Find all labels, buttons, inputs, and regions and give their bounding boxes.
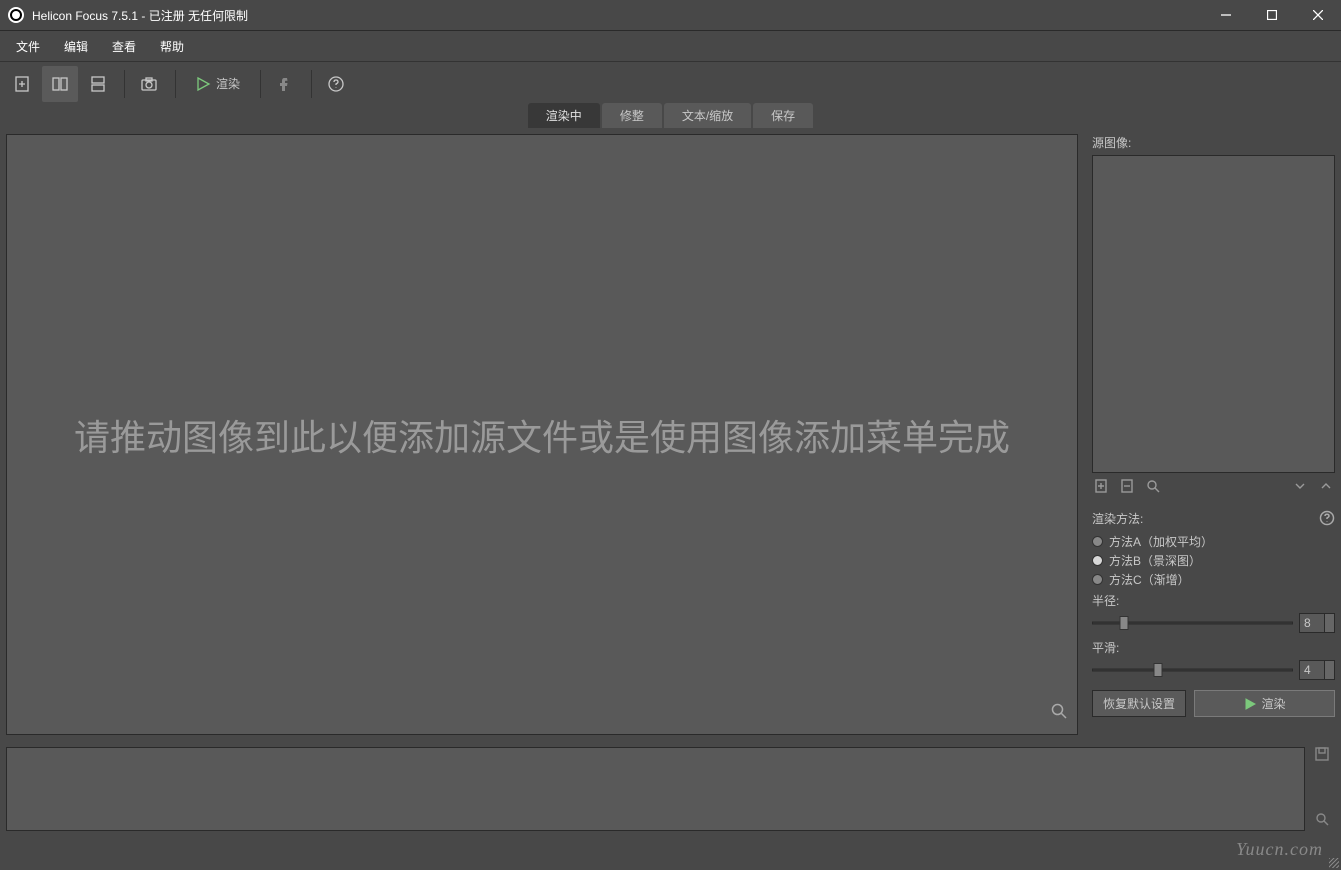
add-image-button[interactable]	[4, 66, 40, 102]
tab-save[interactable]: 保存	[753, 103, 813, 128]
minimize-button[interactable]	[1203, 0, 1249, 31]
window-buttons	[1203, 0, 1341, 31]
separator	[175, 70, 176, 98]
facebook-button[interactable]	[267, 66, 303, 102]
smooth-slider[interactable]	[1092, 663, 1293, 677]
zoom-icon[interactable]	[1051, 703, 1067, 724]
save-output-icon[interactable]	[1315, 747, 1335, 766]
remove-source-icon[interactable]	[1120, 479, 1134, 498]
menu-bar: 文件 编辑 查看 帮助	[0, 31, 1341, 61]
method-a-radio[interactable]: 方法A（加权平均）	[1092, 533, 1335, 550]
smooth-input[interactable]: 4	[1299, 660, 1335, 680]
close-button[interactable]	[1295, 0, 1341, 31]
smooth-label: 平滑:	[1092, 639, 1335, 656]
source-toolbar	[1092, 473, 1335, 504]
canvas-prompt: 请推动图像到此以便添加源文件或是使用图像添加菜单完成	[54, 409, 1030, 461]
output-strip[interactable]	[6, 747, 1305, 831]
render-method-section: 渲染方法: 方法A（加权平均） 方法B（景深图） 方法C（渐增） 半径: 8 平…	[1092, 510, 1335, 717]
tab-row: 渲染中 修整 文本/缩放 保存	[0, 105, 1341, 128]
titlebar: Helicon Focus 7.5.1 - 已注册 无任何限制	[0, 0, 1341, 31]
separator	[260, 70, 261, 98]
bottom-area	[0, 741, 1341, 837]
refresh-source-icon[interactable]	[1146, 479, 1160, 498]
layout-rows-button[interactable]	[80, 66, 116, 102]
move-down-icon[interactable]	[1293, 479, 1307, 498]
panel-render-button[interactable]: 渲染	[1194, 690, 1335, 717]
source-images-list[interactable]	[1092, 155, 1335, 473]
method-help-icon[interactable]	[1319, 510, 1335, 531]
method-c-radio[interactable]: 方法C（渐增）	[1092, 571, 1335, 588]
radio-icon	[1092, 574, 1103, 585]
toolbar: 渲染	[0, 61, 1341, 105]
radius-input[interactable]: 8	[1299, 613, 1335, 633]
camera-button[interactable]	[131, 66, 167, 102]
tab-textscale[interactable]: 文本/缩放	[664, 103, 751, 128]
menu-edit[interactable]: 编辑	[52, 34, 100, 59]
radio-icon	[1092, 536, 1103, 547]
reset-defaults-button[interactable]: 恢复默认设置	[1092, 690, 1186, 717]
separator	[124, 70, 125, 98]
menu-help[interactable]: 帮助	[148, 34, 196, 59]
panel-render-label: 渲染	[1262, 695, 1286, 712]
radius-slider[interactable]	[1092, 616, 1293, 630]
radio-icon	[1092, 555, 1103, 566]
menu-file[interactable]: 文件	[4, 34, 52, 59]
bottom-side-icons	[1315, 747, 1335, 831]
app-icon	[8, 7, 24, 23]
canvas-dropzone[interactable]: 请推动图像到此以便添加源文件或是使用图像添加菜单完成	[6, 134, 1078, 735]
add-source-icon[interactable]	[1094, 479, 1108, 498]
help-button[interactable]	[318, 66, 354, 102]
tab-rendering[interactable]: 渲染中	[528, 103, 600, 128]
maximize-button[interactable]	[1249, 0, 1295, 31]
right-panel: 源图像: 渲染方法: 方法A（加权平均） 方法B（景深图） 方法C（渐增） 半径…	[1092, 134, 1335, 735]
layout-columns-button[interactable]	[42, 66, 78, 102]
render-button[interactable]: 渲染	[182, 66, 252, 102]
watermark: Yuucn.com	[1236, 839, 1323, 860]
window-title: Helicon Focus 7.5.1 - 已注册 无任何限制	[32, 7, 248, 24]
source-images-label: 源图像:	[1092, 134, 1335, 151]
view-output-icon[interactable]	[1315, 812, 1335, 831]
separator	[311, 70, 312, 98]
render-label: 渲染	[216, 75, 240, 92]
method-label: 渲染方法:	[1092, 510, 1319, 527]
tab-retouch[interactable]: 修整	[602, 103, 662, 128]
method-c-label: 方法C（渐增）	[1109, 571, 1190, 588]
method-b-label: 方法B（景深图）	[1109, 552, 1201, 569]
method-a-label: 方法A（加权平均）	[1109, 533, 1213, 550]
menu-view[interactable]: 查看	[100, 34, 148, 59]
main-area: 请推动图像到此以便添加源文件或是使用图像添加菜单完成 源图像: 渲染方法: 方法…	[0, 128, 1341, 741]
method-b-radio[interactable]: 方法B（景深图）	[1092, 552, 1335, 569]
radius-label: 半径:	[1092, 592, 1335, 609]
move-up-icon[interactable]	[1319, 479, 1333, 498]
resize-handle[interactable]	[1327, 856, 1341, 870]
